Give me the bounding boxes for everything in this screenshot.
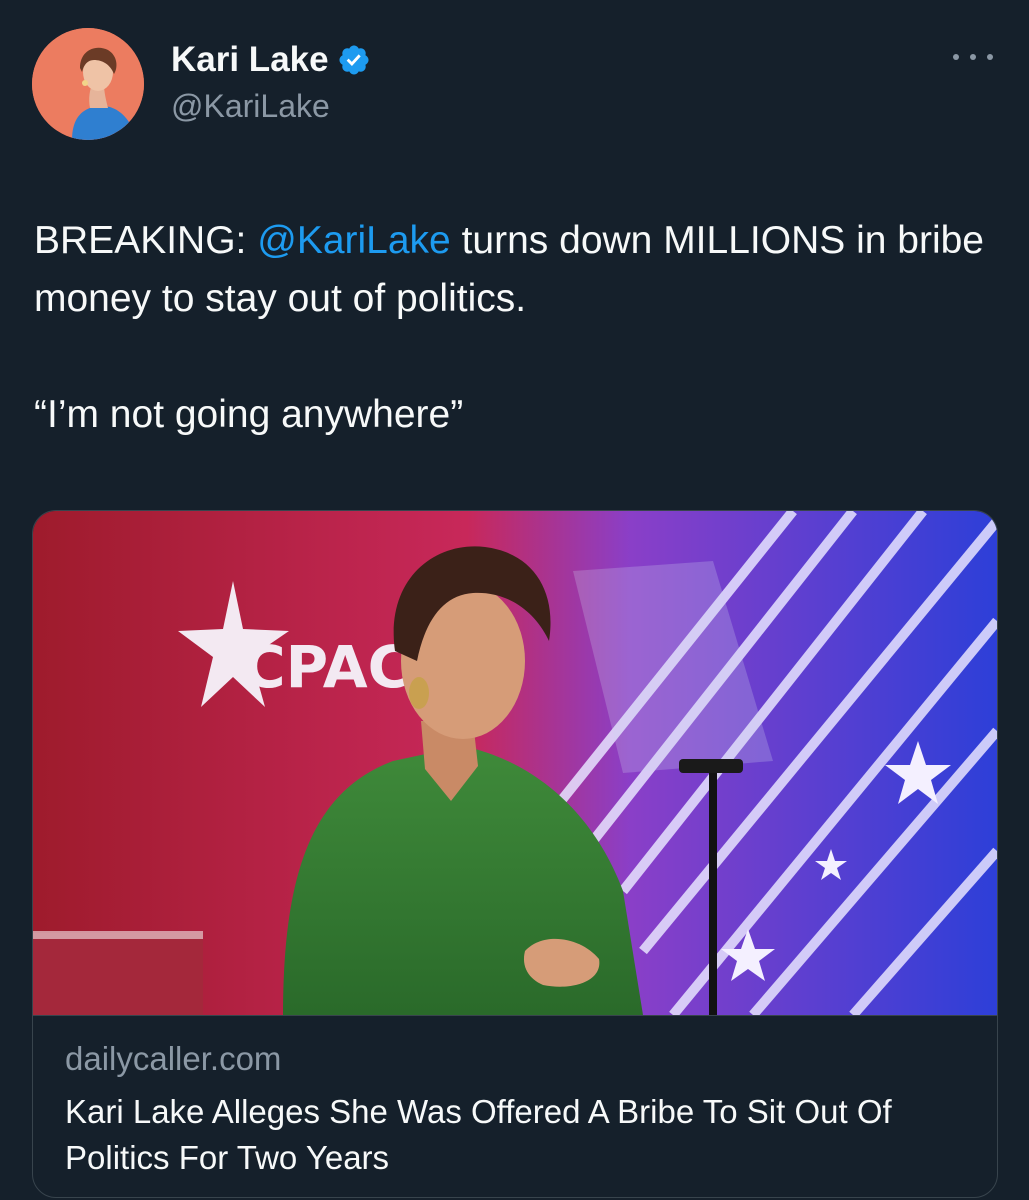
display-name-text: Kari Lake (171, 40, 329, 79)
card-meta: dailycaller.com Kari Lake Alleges She Wa… (65, 1037, 973, 1181)
mention-link[interactable]: @KariLake (257, 219, 451, 262)
more-options-button[interactable] (953, 42, 993, 72)
author-handle[interactable]: @KariLake (171, 84, 330, 128)
cpac-logo-text: CPAC (243, 633, 410, 701)
card-domain: dailycaller.com (65, 1040, 282, 1077)
card-title[interactable]: Kari Lake Alleges She Was Offered A Brib… (65, 1089, 973, 1181)
card-image[interactable]: CPAC (33, 511, 997, 1016)
more-dot-icon (987, 54, 993, 60)
author-display-name[interactable]: Kari Lake (171, 38, 371, 82)
link-preview-card[interactable]: CPAC dailycaller.com Kari Lake Alleges S… (32, 510, 998, 1198)
verified-badge-icon (339, 45, 369, 75)
more-dot-icon (970, 54, 976, 60)
tweet-main-paragraph: BREAKING: @KariLake turns down MILLIONS … (34, 212, 1004, 328)
more-dot-icon (953, 54, 959, 60)
tweet-quote-line: “I’m not going anywhere” (34, 393, 464, 436)
tweet-text: BREAKING: @KariLake turns down MILLIONS … (34, 212, 1004, 444)
tweet-text-prefix: BREAKING: (34, 219, 258, 262)
author-avatar[interactable] (32, 28, 144, 140)
card-photo-icon: CPAC (33, 511, 997, 1015)
profile-photo-icon (32, 28, 144, 140)
